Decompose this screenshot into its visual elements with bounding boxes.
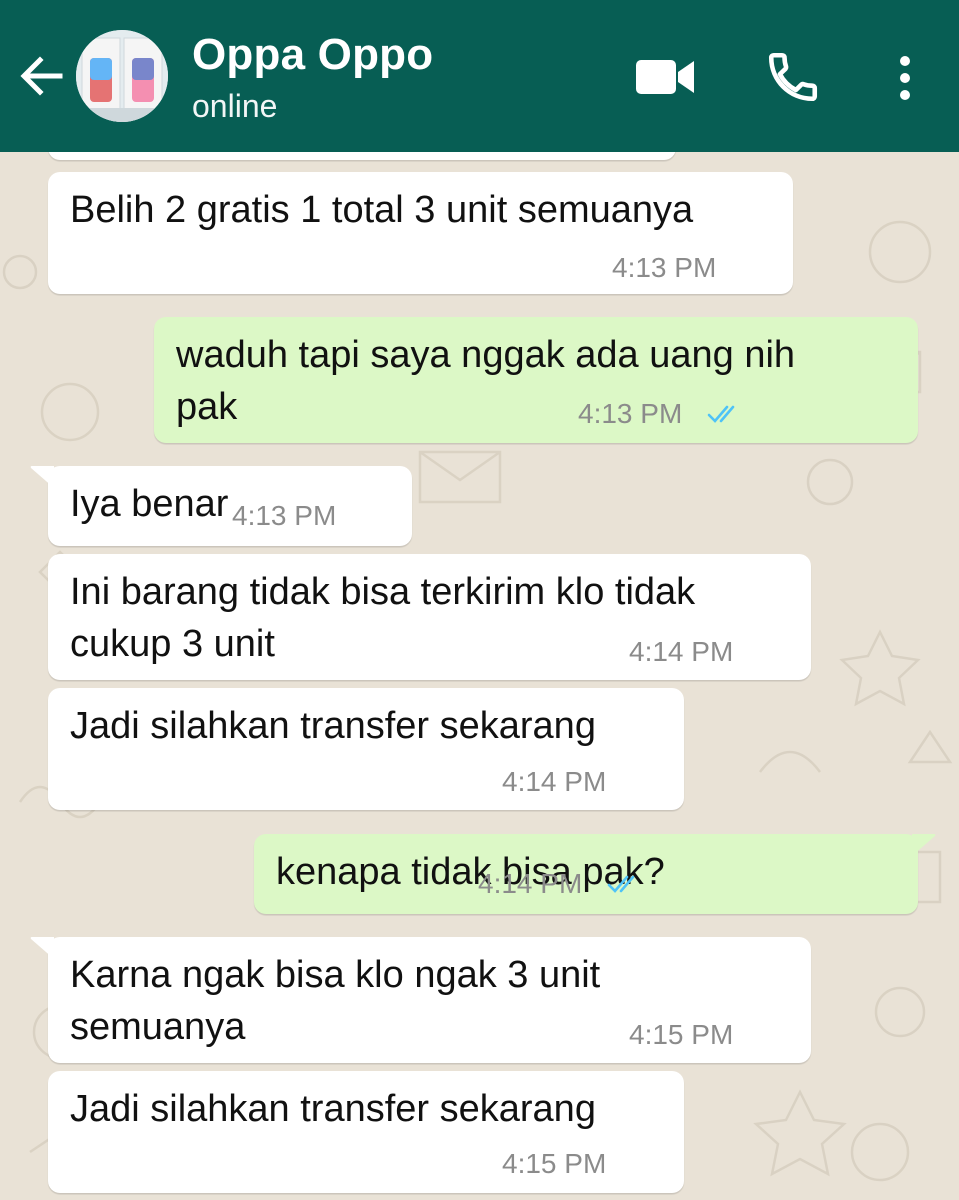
contact-name[interactable]: Oppa Oppo (192, 30, 433, 80)
incoming-message-bubble[interactable]: Belih 2 gratis 1 total 3 unit semuanya 4:… (48, 172, 793, 294)
message-time: 4:13 PM (612, 252, 717, 283)
video-call-icon[interactable] (634, 56, 696, 98)
incoming-message-bubble[interactable]: Jadi silahkan transfer sekarang 4:14 PM (48, 688, 684, 810)
message-text: Belih 2 gratis 1 total 3 unit semuanya (70, 189, 694, 231)
message-time: 4:13 PM (232, 500, 337, 531)
more-options-icon[interactable] (890, 54, 920, 102)
message-text: semuanya (70, 1006, 246, 1048)
message-time: 4:14 PM (502, 766, 607, 797)
message-time: 4:13 PM (578, 398, 683, 429)
contact-status: online (192, 88, 278, 124)
back-arrow-icon[interactable] (16, 50, 68, 102)
chat-header: Oppa Oppo online (0, 0, 959, 152)
bubble-tail (912, 834, 936, 856)
incoming-message-bubble[interactable]: Karna ngak bisa klo ngak 3 unit semuanya 4… (30, 937, 811, 1063)
read-receipt-ticks-icon (607, 875, 635, 893)
incoming-message-bubble[interactable]: Iya benar 4:13 PM (30, 466, 412, 546)
message-text: waduh tapi saya nggak ada uang nih (176, 334, 796, 376)
incoming-message-bubble-partial[interactable] (48, 152, 676, 160)
message-time: 4:15 PM (502, 1148, 607, 1179)
message-text: Jadi silahkan transfer sekarang (70, 1088, 596, 1130)
message-text: Ini barang tidak bisa terkirim klo tidak (70, 571, 696, 613)
bubble-tail (30, 937, 54, 959)
message-time: 4:15 PM (629, 1019, 734, 1050)
message-text: Karna ngak bisa klo ngak 3 unit (70, 954, 601, 996)
message-time: 4:14 PM (478, 868, 583, 899)
message-text: pak (176, 386, 238, 428)
chat-area[interactable]: Belih 2 gratis 1 total 3 unit semuanya 4:… (0, 152, 959, 1200)
avatar[interactable] (76, 30, 168, 122)
read-receipt-ticks-icon (707, 405, 735, 423)
message-time: 4:14 PM (629, 636, 734, 667)
phone-call-icon[interactable] (764, 48, 822, 106)
incoming-message-bubble[interactable]: Ini barang tidak bisa terkirim klo tidak… (48, 554, 811, 680)
message-text: Iya benar (70, 483, 229, 525)
avatar-phone-boxes-image (76, 30, 168, 122)
message-text: cukup 3 unit (70, 623, 275, 665)
incoming-message-bubble[interactable]: Jadi silahkan transfer sekarang 4:15 PM (48, 1071, 684, 1193)
outgoing-message-bubble[interactable]: waduh tapi saya nggak ada uang nih pak 4:1… (154, 317, 918, 443)
message-text: Jadi silahkan transfer sekarang (70, 705, 596, 747)
bubble-tail (30, 466, 54, 488)
outgoing-message-bubble[interactable]: kenapa tidak bisa pak? 4:14 PM (254, 834, 936, 914)
